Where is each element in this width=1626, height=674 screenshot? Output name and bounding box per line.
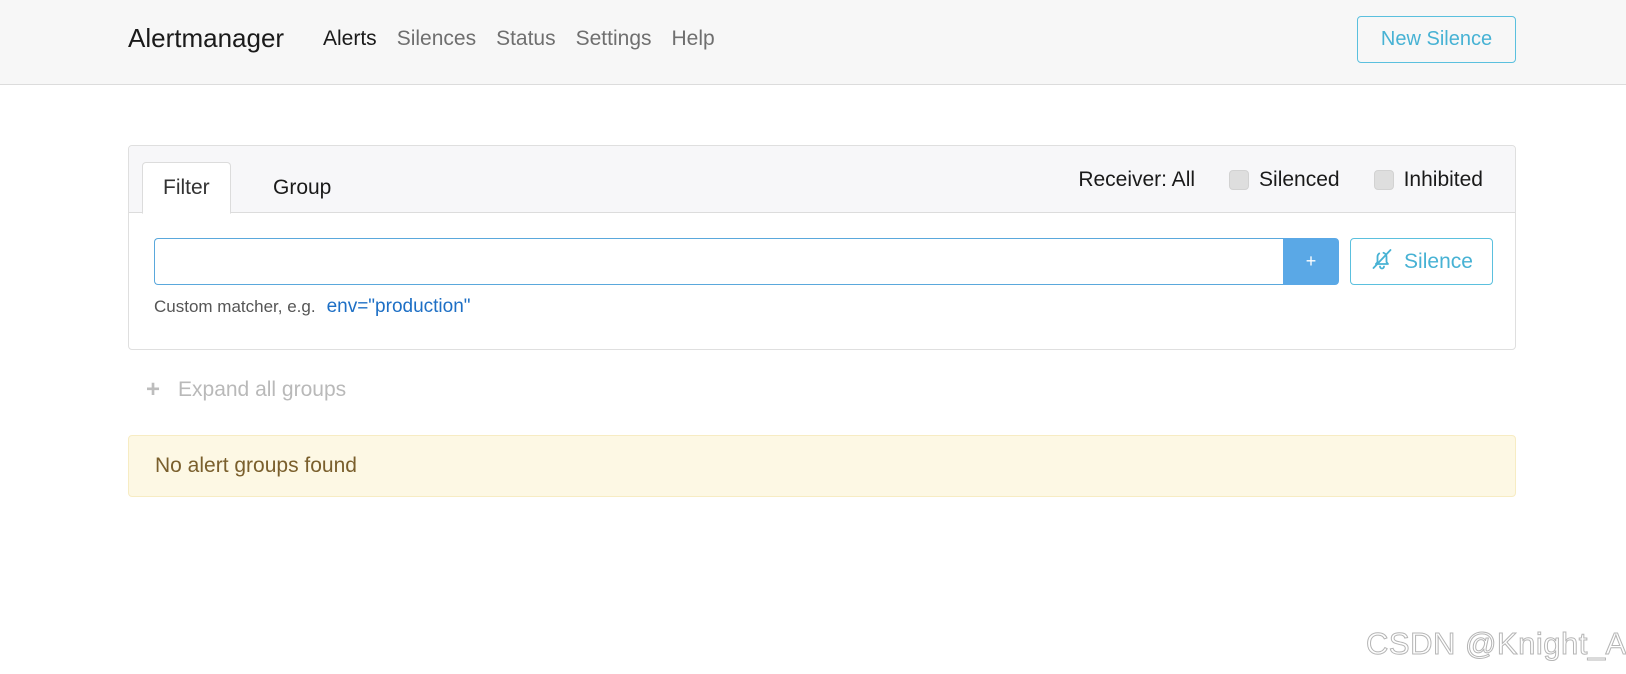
silence-button[interactable]: Silence <box>1350 238 1493 285</box>
receiver-selector[interactable]: Receiver: All <box>1078 168 1195 192</box>
matcher-help: Custom matcher, e.g. env="production" <box>154 296 471 318</box>
bell-slash-icon <box>1370 247 1394 277</box>
navbar: Alertmanager Alerts Silences Status Sett… <box>0 0 1626 85</box>
silenced-toggle[interactable]: Silenced <box>1229 168 1340 192</box>
brand-logo-text[interactable]: Alertmanager <box>128 21 284 55</box>
nav-link-help[interactable]: Help <box>672 24 715 54</box>
tab-filter[interactable]: Filter <box>142 162 231 214</box>
matcher-input[interactable] <box>154 238 1285 285</box>
filter-card: Filter Group Receiver: All Silenced Inhi… <box>128 145 1516 350</box>
matcher-help-text: Custom matcher, e.g. <box>154 297 316 316</box>
nav-link-status[interactable]: Status <box>496 24 556 54</box>
nav-links: Alerts Silences Status Settings Help <box>323 24 715 54</box>
expand-all-label: Expand all groups <box>178 378 347 401</box>
silenced-label: Silenced <box>1259 167 1340 191</box>
plus-icon: + <box>146 376 161 403</box>
nav-link-alerts[interactable]: Alerts <box>323 24 377 54</box>
matcher-example-link[interactable]: env="production" <box>327 296 471 318</box>
inhibited-toggle[interactable]: Inhibited <box>1373 167 1483 192</box>
add-matcher-button[interactable]: + <box>1283 238 1339 285</box>
filter-card-header: Filter Group Receiver: All Silenced Inhi… <box>129 146 1515 214</box>
filter-row: + Silence <box>154 238 1493 285</box>
inhibited-label: Inhibited <box>1403 167 1483 191</box>
no-alerts-text: No alert groups found <box>155 454 357 477</box>
no-alerts-message: No alert groups found <box>128 435 1516 497</box>
expand-all-groups-button[interactable]: + Expand all groups <box>146 378 346 402</box>
inhibited-checkbox[interactable] <box>1373 169 1394 190</box>
silenced-checkbox[interactable] <box>1229 169 1250 190</box>
watermark: CSDN @Knight_AL <box>1365 626 1626 662</box>
silence-button-label: Silence <box>1404 249 1473 273</box>
tab-group[interactable]: Group <box>252 162 352 214</box>
filter-options: Receiver: All Silenced Inhibited <box>1078 146 1483 213</box>
new-silence-button[interactable]: New Silence <box>1357 16 1516 63</box>
nav-link-silences[interactable]: Silences <box>397 24 476 54</box>
nav-link-settings[interactable]: Settings <box>576 24 652 54</box>
